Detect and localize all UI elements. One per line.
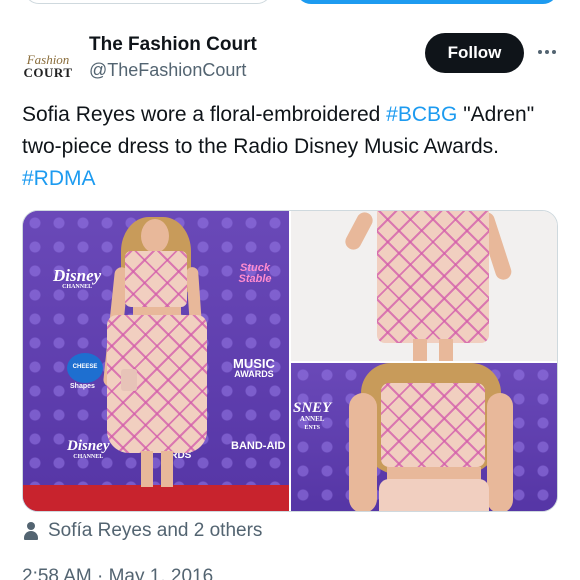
figure-arm	[487, 393, 513, 511]
band-aid-logo: BAND-AID	[231, 440, 286, 452]
photo-top-detail[interactable]: SNEY ANNEL ENTS	[291, 363, 557, 511]
social-context[interactable]: Sofía Reyes and 2 others	[22, 518, 262, 544]
music-awards-logo: MUSIC AWARDS	[233, 356, 275, 379]
disney-logo: Disney CHANNEL	[53, 266, 102, 290]
top-secondary-button[interactable]	[24, 0, 272, 4]
kraft-logo: CHEESE	[67, 353, 103, 383]
media-grid: Disney CHANNEL Stuck Stable CHEESE Shape…	[22, 210, 558, 512]
stuck-stable-logo: Stuck Stable	[238, 262, 272, 285]
figure-leg	[161, 451, 173, 487]
tweet-text-part: Sofia Reyes wore a floral-embroidered	[22, 103, 387, 126]
person-icon	[22, 520, 40, 542]
dress-skirt	[377, 211, 489, 343]
figure-leg	[413, 339, 427, 361]
dress-crop-top	[381, 383, 485, 467]
top-primary-button[interactable]	[296, 0, 558, 4]
display-name[interactable]: The Fashion Court	[89, 34, 257, 56]
figure-leg	[439, 339, 453, 361]
disney-logo: Disney CHANNEL	[67, 438, 110, 461]
hashtag-rdma[interactable]: #RDMA	[22, 167, 96, 190]
figure-arm	[342, 211, 376, 253]
figure-arm	[349, 393, 377, 511]
figure-leg	[141, 451, 153, 487]
avatar-logo-line2: COURT	[23, 64, 73, 80]
red-carpet	[23, 485, 289, 511]
shapes-text: Shapes	[70, 383, 95, 390]
dress-skirt	[379, 479, 489, 511]
figure-face	[141, 219, 169, 253]
avatar-logo-line1: Fashion	[26, 51, 70, 67]
social-context-text: Sofía Reyes and 2 others	[48, 520, 263, 541]
timestamp[interactable]: 2:58 AM · May 1, 2016	[22, 566, 213, 580]
user-handle[interactable]: @TheFashionCourt	[89, 60, 246, 81]
more-options-icon[interactable]	[533, 38, 561, 66]
clutch-bag	[121, 369, 137, 391]
avatar[interactable]: Fashion COURT	[20, 38, 76, 94]
disney-logo: SNEY ANNEL ENTS	[293, 400, 332, 432]
follow-button[interactable]: Follow	[425, 33, 524, 73]
photo-red-carpet[interactable]: Disney CHANNEL Stuck Stable CHEESE Shape…	[23, 211, 289, 511]
figure-crop-top	[125, 251, 187, 307]
tweet-text: Sofia Reyes wore a floral-embroidered #B…	[22, 99, 562, 195]
hashtag-bcbg[interactable]: #BCBG	[386, 103, 457, 126]
photo-dress-detail[interactable]	[291, 211, 557, 361]
